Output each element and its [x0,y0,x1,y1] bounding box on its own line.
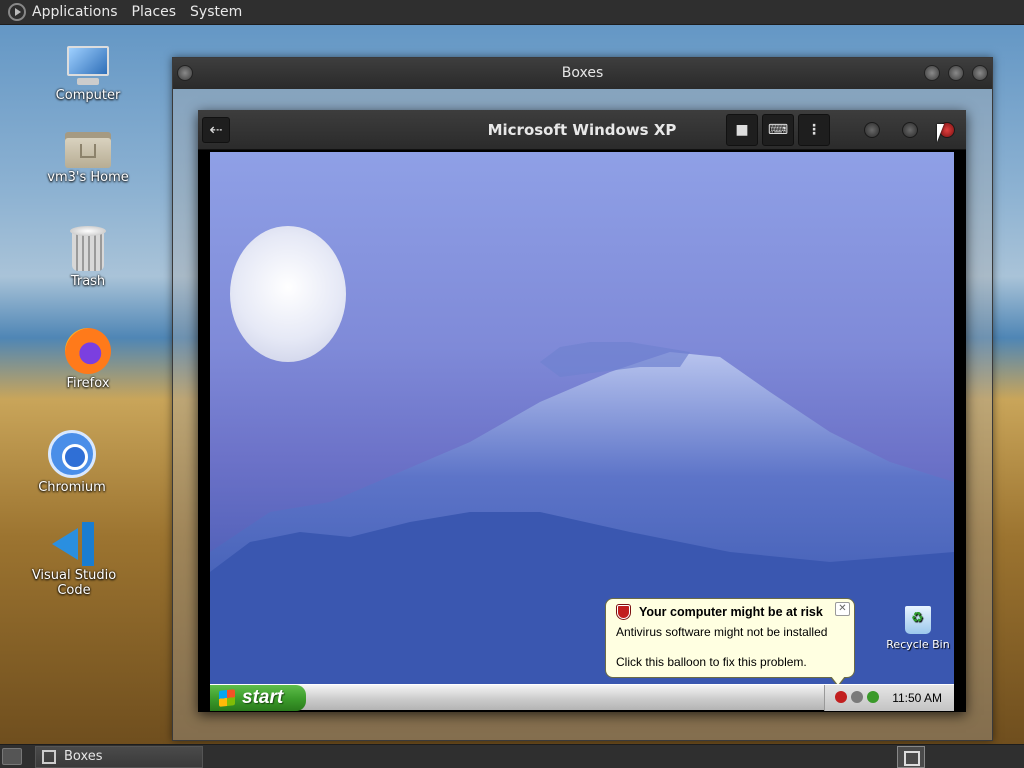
desktop-icon-label: Computer [55,88,121,103]
desktop-icon-label: Chromium [38,480,106,495]
balloon-close-button[interactable]: ✕ [835,602,850,616]
show-desktop-icon[interactable] [2,748,22,765]
menu-applications[interactable]: Applications [32,4,118,20]
recycle-bin[interactable]: Recycle Bin [878,606,954,651]
balloon-text-line2: Click this balloon to fix this problem. [616,655,807,669]
top-panel: Applications Places System [0,0,1024,25]
desktop-icon-trash[interactable]: Trash [33,226,143,289]
security-balloon[interactable]: Your computer might be at risk ✕ Antivir… [605,598,855,687]
firefox-icon [65,328,111,374]
security-shield-icon [617,605,630,619]
vm-title: Microsoft Windows XP [487,121,677,139]
desktop-icon-label: vm3's Home [47,170,129,185]
update-icon[interactable] [867,691,879,703]
chromium-icon [48,430,96,478]
balloon-text-line1: Antivirus software might not be installe… [616,625,828,639]
computer-icon [65,46,111,86]
workspace-switcher-icon[interactable] [897,746,925,768]
taskbar-item-label: Boxes [64,749,103,764]
mouse-cursor-icon [937,124,944,142]
menu-logo-icon[interactable] [8,3,26,21]
minimize-icon[interactable] [924,65,940,81]
xp-taskbar: start 11:50 AM [210,684,954,711]
windows-logo-icon [219,689,235,707]
boxes-app-icon [42,750,56,764]
menu-button[interactable]: ⋮ [798,114,830,146]
trash-icon [68,226,108,272]
recycle-bin-label: Recycle Bin [886,638,950,651]
system-tray: 11:50 AM [824,685,954,711]
recycle-bin-icon [905,606,931,634]
balloon-title: Your computer might be at risk [639,605,823,619]
keyboard-icon: ⌨ [767,122,789,138]
keyboard-button[interactable]: ⌨ [762,114,794,146]
boxes-titlebar[interactable]: Boxes [173,58,992,89]
vm-minimize-icon[interactable] [864,122,880,138]
home-folder-icon [65,128,111,168]
stop-button[interactable]: ■ [726,114,758,146]
taskbar-item-boxes[interactable]: Boxes [35,746,203,768]
network-icon[interactable] [851,691,863,703]
clock[interactable]: 11:50 AM [892,685,942,711]
boxes-window-title: Boxes [561,65,604,81]
menu-system[interactable]: System [190,4,242,20]
menu-places[interactable]: Places [132,4,177,20]
desktop-icon-computer[interactable]: Computer [33,46,143,103]
desktop-icon-vscode[interactable]: Visual Studio Code [19,522,129,598]
desktop-icon-label: Trash [70,274,106,289]
window-menu-icon[interactable] [177,65,193,81]
start-button[interactable]: start [210,685,306,711]
bottom-panel: Boxes [0,744,1024,768]
desktop-icon-chromium[interactable]: Chromium [17,430,127,495]
desktop-icon-label: Visual Studio Code [31,568,117,598]
start-label: start [242,687,284,708]
close-icon[interactable] [972,65,988,81]
security-alert-icon[interactable] [835,691,847,703]
back-button[interactable]: ⇠ [202,117,230,143]
stop-icon: ■ [735,122,749,138]
maximize-icon[interactable] [948,65,964,81]
desktop-icon-firefox[interactable]: Firefox [33,328,143,391]
menu-dots-icon: ⋮ [807,122,821,138]
vscode-icon [52,522,96,566]
desktop-icon-home[interactable]: vm3's Home [33,128,143,185]
vm-maximize-icon[interactable] [902,122,918,138]
vm-headerbar: ⇠ Microsoft Windows XP ■ ⌨ ⋮ [198,110,966,150]
back-arrow-icon: ⇠ [209,120,223,139]
desktop-icon-label: Firefox [66,376,110,391]
